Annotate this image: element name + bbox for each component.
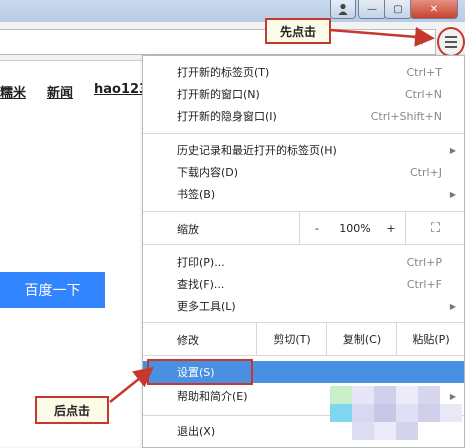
menu-edit-row: 修改 剪切(T) 复制(C) 粘贴(P) bbox=[143, 323, 464, 355]
submenu-arrow-icon: ▶ bbox=[449, 145, 456, 155]
chrome-menu-button[interactable] bbox=[437, 27, 465, 57]
callout-first-click: 先点击 bbox=[265, 18, 331, 44]
user-icon[interactable] bbox=[330, 0, 356, 19]
submenu-arrow-icon: ▶ bbox=[449, 189, 456, 199]
person-icon bbox=[338, 3, 348, 15]
address-bar[interactable] bbox=[0, 29, 436, 55]
watermark-mosaic bbox=[330, 378, 465, 446]
cut-button[interactable]: 剪切(T) bbox=[256, 323, 327, 355]
menu-item-incognito[interactable]: 打开新的隐身窗口(I) Ctrl+Shift+N bbox=[143, 106, 464, 126]
menu-separator bbox=[143, 355, 464, 356]
paste-button[interactable]: 粘贴(P) bbox=[396, 323, 465, 355]
close-button[interactable]: ✕ bbox=[410, 0, 458, 19]
search-button[interactable]: 百度一下 bbox=[0, 272, 105, 308]
menu-separator bbox=[143, 133, 464, 134]
copy-button[interactable]: 复制(C) bbox=[326, 323, 397, 355]
fullscreen-button[interactable]: ⛶ bbox=[405, 212, 465, 244]
zoom-in-button[interactable]: + bbox=[377, 212, 405, 244]
menu-separator bbox=[143, 244, 464, 245]
settings-highlight-box bbox=[147, 359, 253, 385]
menu-item-bookmarks[interactable]: 书签(B) ▶ bbox=[143, 184, 464, 204]
menu-item-more-tools[interactable]: 更多工具(L) ▶ bbox=[143, 296, 464, 316]
menu-item-downloads[interactable]: 下载内容(D) Ctrl+J bbox=[143, 162, 464, 182]
nav-link-nuomi[interactable]: 糯米 bbox=[0, 82, 26, 101]
callout-second-click: 后点击 bbox=[35, 396, 109, 424]
zoom-level: 100% bbox=[339, 221, 371, 235]
submenu-arrow-icon: ▶ bbox=[449, 301, 456, 311]
minimize-button[interactable]: — bbox=[358, 0, 386, 19]
menu-item-find[interactable]: 查找(F)... Ctrl+F bbox=[143, 274, 464, 294]
fullscreen-icon: ⛶ bbox=[430, 220, 441, 236]
nav-link-hao123[interactable]: hao123 bbox=[94, 82, 148, 97]
menu-item-new-tab[interactable]: 打开新的标签页(T) Ctrl+T bbox=[143, 62, 464, 82]
menu-item-history[interactable]: 历史记录和最近打开的标签页(H) ▶ bbox=[143, 140, 464, 160]
maximize-button[interactable]: ▢ bbox=[384, 0, 412, 19]
zoom-out-button[interactable]: - bbox=[299, 212, 334, 244]
menu-item-print[interactable]: 打印(P)... Ctrl+P bbox=[143, 252, 464, 272]
menu-zoom-row: 缩放 - 100% + ⛶ bbox=[143, 212, 464, 244]
bookmark-star-icon[interactable]: ☆ bbox=[409, 30, 429, 50]
hamburger-icon bbox=[445, 36, 457, 38]
nav-link-news[interactable]: 新闻 bbox=[47, 82, 73, 101]
menu-item-new-window[interactable]: 打开新的窗口(N) Ctrl+N bbox=[143, 84, 464, 104]
